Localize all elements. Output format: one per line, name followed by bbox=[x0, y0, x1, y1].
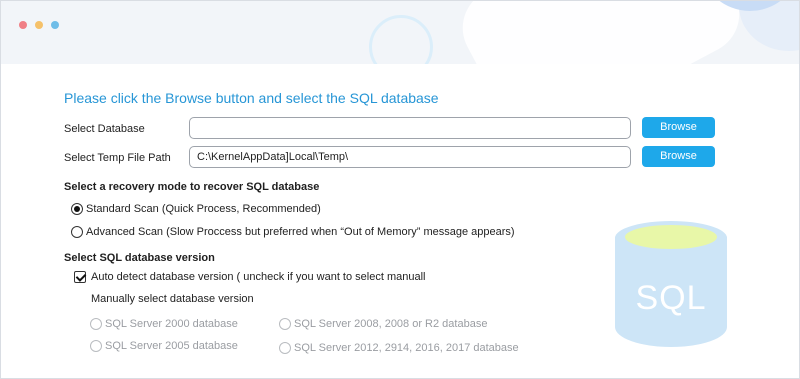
wizard-window: Please click the Browse button and selec… bbox=[0, 0, 800, 379]
standard-scan-label: Standard Scan (Quick Process, Recommende… bbox=[86, 203, 321, 215]
sql-2012-label: SQL Server 2012, 2914, 2016, 2017 databa… bbox=[294, 342, 519, 354]
sql-version-heading: Select SQL database version bbox=[64, 252, 215, 264]
sql-2000-label: SQL Server 2000 database bbox=[105, 318, 238, 330]
sql-2000-option[interactable]: SQL Server 2000 database bbox=[90, 318, 238, 330]
header-decoration-ring-small bbox=[369, 15, 433, 64]
sql-2005-radio[interactable] bbox=[90, 340, 102, 352]
window-controls bbox=[19, 21, 59, 29]
minimize-window-dot[interactable] bbox=[35, 21, 43, 29]
recovery-mode-heading: Select a recovery mode to recover SQL da… bbox=[64, 181, 320, 193]
browse-database-button[interactable]: Browse bbox=[642, 117, 715, 138]
advanced-scan-radio[interactable] bbox=[71, 226, 83, 238]
sql-2005-label: SQL Server 2005 database bbox=[105, 340, 238, 352]
standard-scan-radio[interactable] bbox=[71, 203, 83, 215]
sql-2012-radio[interactable] bbox=[279, 342, 291, 354]
sql-2008-label: SQL Server 2008, 2008 or R2 database bbox=[294, 318, 488, 330]
close-window-dot[interactable] bbox=[19, 21, 27, 29]
sql-2008-radio[interactable] bbox=[279, 318, 291, 330]
sql-2000-radio[interactable] bbox=[90, 318, 102, 330]
maximize-window-dot[interactable] bbox=[51, 21, 59, 29]
database-illustration-label: SQL bbox=[635, 279, 707, 317]
advanced-scan-option[interactable]: Advanced Scan (Slow Proccess but preferr… bbox=[71, 226, 515, 238]
database-icon: SQL bbox=[615, 221, 727, 361]
sql-2012-option[interactable]: SQL Server 2012, 2914, 2016, 2017 databa… bbox=[279, 342, 519, 354]
database-cylinder-top bbox=[615, 221, 727, 255]
auto-detect-option[interactable]: Auto detect database version ( uncheck i… bbox=[74, 271, 425, 283]
sql-2005-option[interactable]: SQL Server 2005 database bbox=[90, 340, 238, 352]
temp-file-path-label: Select Temp File Path bbox=[64, 152, 171, 164]
select-database-label: Select Database bbox=[64, 123, 145, 135]
advanced-scan-label: Advanced Scan (Slow Proccess but preferr… bbox=[86, 226, 515, 238]
database-path-input[interactable] bbox=[189, 117, 631, 139]
window-header bbox=[1, 1, 799, 64]
database-cylinder-top-inner bbox=[625, 225, 717, 249]
sql-2008-option[interactable]: SQL Server 2008, 2008 or R2 database bbox=[279, 318, 487, 330]
instruction-text: Please click the Browse button and selec… bbox=[64, 90, 439, 106]
manual-version-label: Manually select database version bbox=[91, 293, 254, 305]
temp-file-path-input[interactable] bbox=[189, 146, 631, 168]
standard-scan-option[interactable]: Standard Scan (Quick Process, Recommende… bbox=[71, 203, 321, 215]
browse-temp-path-button[interactable]: Browse bbox=[642, 146, 715, 167]
auto-detect-label: Auto detect database version ( uncheck i… bbox=[91, 271, 426, 283]
auto-detect-checkbox[interactable] bbox=[74, 271, 86, 283]
header-decoration bbox=[448, 1, 754, 64]
